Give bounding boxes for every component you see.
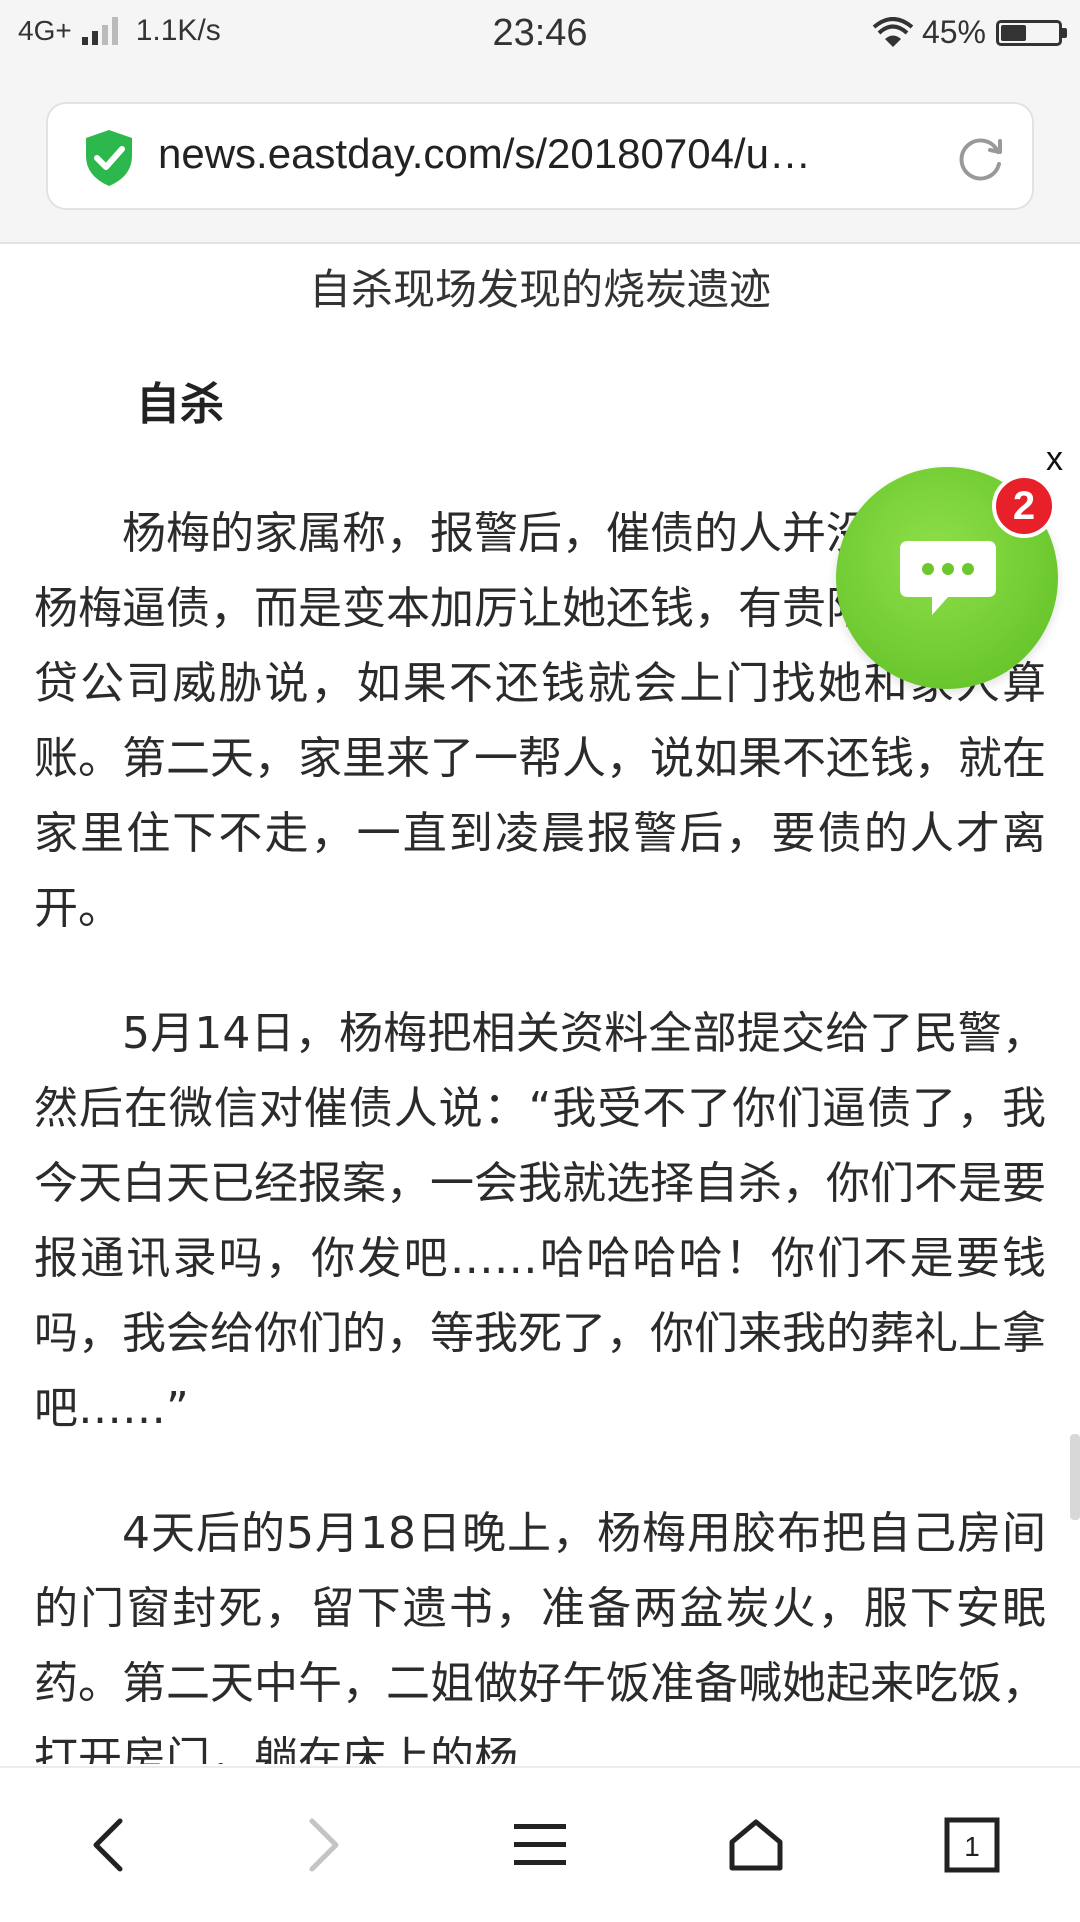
wifi-icon — [872, 16, 914, 47]
reload-icon[interactable] — [954, 132, 1008, 186]
image-caption: 自杀现场发现的烧炭遗迹 — [308, 265, 771, 314]
status-right: 45% — [872, 14, 1067, 51]
bottom-navigation: 1 — [0, 1766, 1080, 1922]
battery-percent: 45% — [921, 14, 986, 50]
status-bar: 4G+ 1.1K/s 23:46 45% — [0, 0, 1080, 76]
scrollbar[interactable] — [1070, 1434, 1080, 1520]
tabs-icon: 1 — [944, 1817, 1000, 1873]
menu-icon — [514, 1824, 566, 1865]
section-heading: 自杀 — [136, 379, 224, 430]
shield-check-icon — [86, 130, 132, 186]
back-icon — [93, 1818, 123, 1872]
paragraph-2: 5月14日，杨梅把相关资料全部提交给了民警，然后在微信对催债人说：“我受不了你们… — [34, 1008, 1046, 1434]
browser-toolbar: news.eastday.com/s/20180704/u… — [0, 76, 1080, 244]
tab-count: 1 — [964, 1831, 980, 1862]
notification-badge: 2 — [992, 474, 1056, 538]
home-button[interactable] — [696, 1768, 816, 1922]
back-button[interactable] — [48, 1768, 168, 1922]
address-bar[interactable]: news.eastday.com/s/20180704/u… — [46, 102, 1034, 210]
tabs-button[interactable]: 1 — [912, 1768, 1032, 1922]
forward-button[interactable] — [264, 1768, 384, 1922]
close-chat-button[interactable]: x — [1046, 440, 1063, 479]
chat-bubble-icon — [900, 541, 996, 615]
url-text[interactable]: news.eastday.com/s/20180704/u… — [158, 130, 958, 178]
forward-icon — [309, 1818, 339, 1872]
paragraph-3: 4天后的5月18日晚上，杨梅用胶布把自己房间的门窗封死，留下遗书，准备两盆炭火，… — [34, 1508, 1046, 1764]
home-icon — [729, 1819, 783, 1871]
battery-icon — [996, 19, 1067, 46]
menu-button[interactable] — [480, 1768, 600, 1922]
